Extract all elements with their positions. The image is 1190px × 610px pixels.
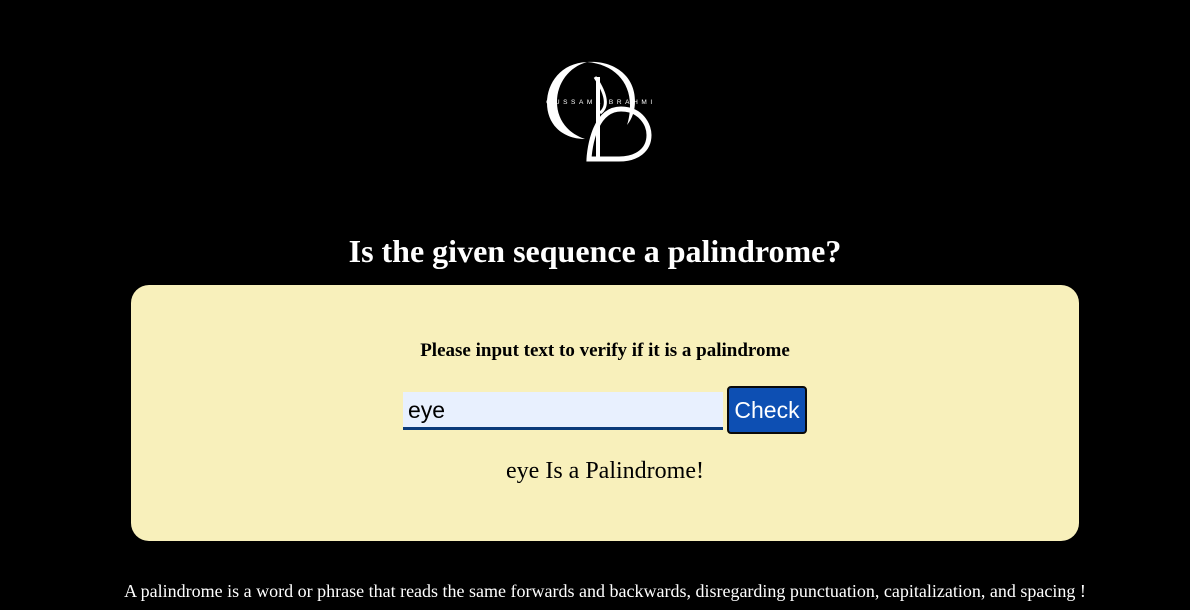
palindrome-definition: A palindrome is a word or phrase that re… <box>124 581 1086 601</box>
page-title: Is the given sequence a palindrome? <box>348 233 842 269</box>
check-button[interactable]: Check <box>727 386 807 434</box>
page: OUSSAMA BRAHMI Is the given sequence a p… <box>0 0 1190 610</box>
logo-text: OUSSAMA BRAHMI <box>546 99 656 106</box>
ob-monogram-logo-icon <box>547 61 652 162</box>
input-prompt: Please input text to verify if it is a p… <box>420 340 790 361</box>
palindrome-card: Please input text to verify if it is a p… <box>131 285 1079 541</box>
palindrome-text-input[interactable] <box>403 392 723 430</box>
logo: OUSSAMA BRAHMI <box>533 55 669 165</box>
result-message: eye Is a Palindrome! <box>506 458 704 484</box>
